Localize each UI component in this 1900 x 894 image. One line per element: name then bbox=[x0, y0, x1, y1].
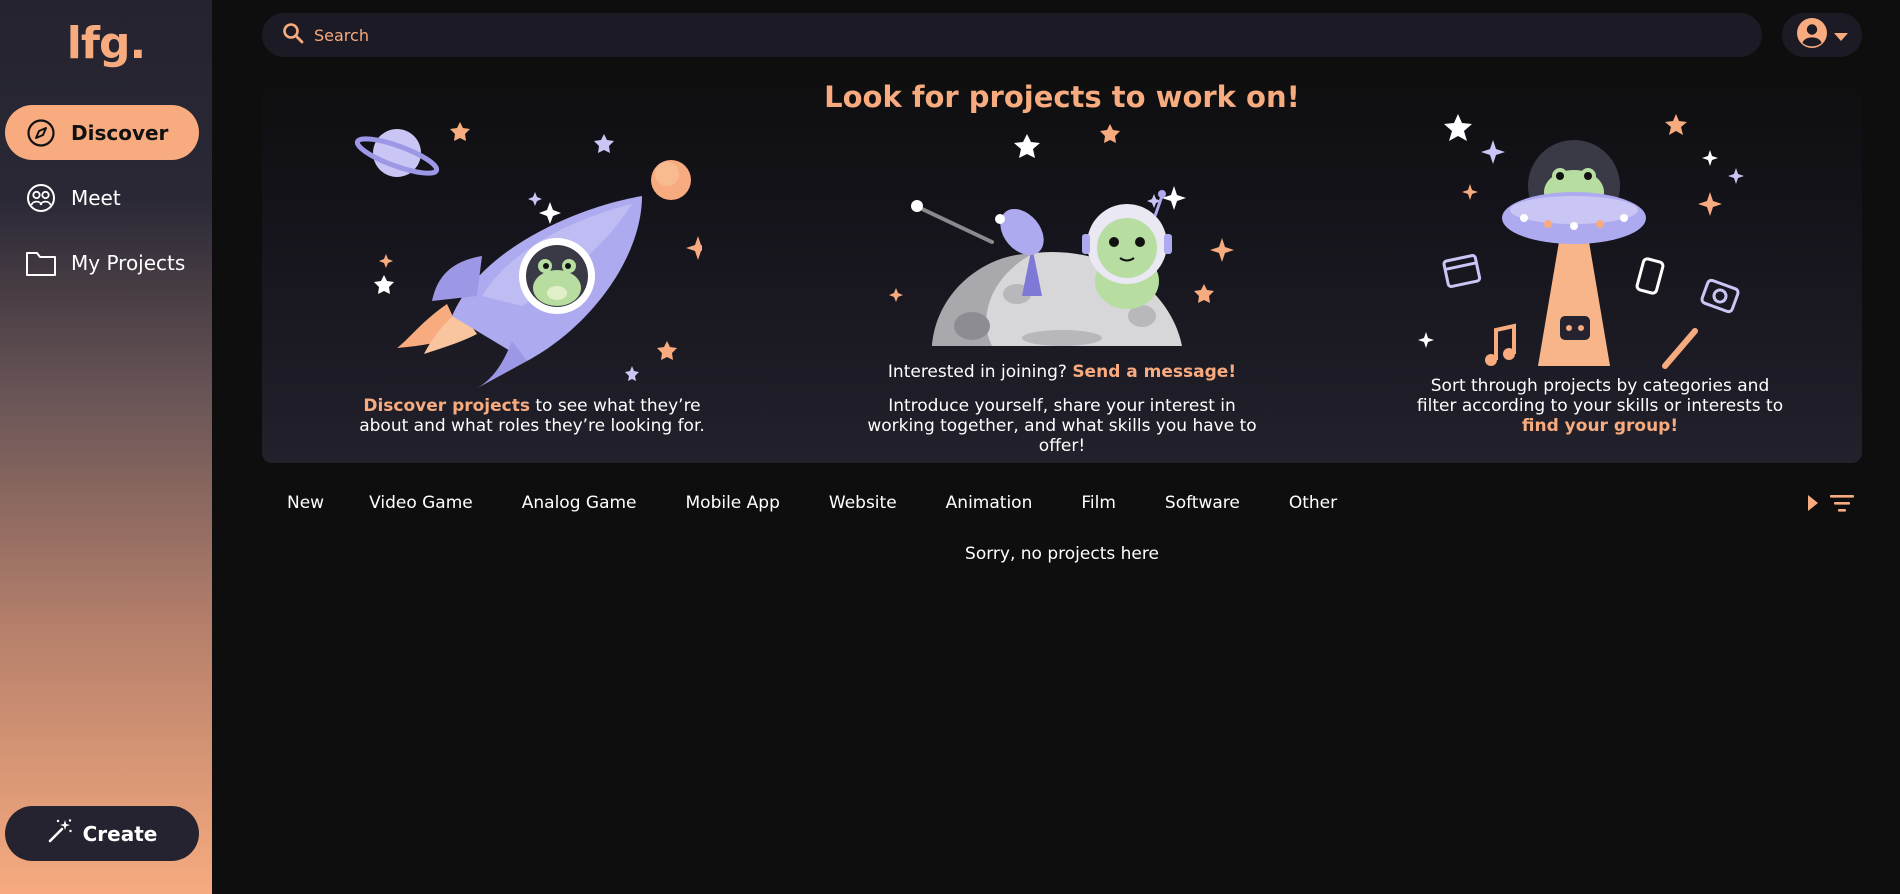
sidebar: lfg. Discover Meet My Projects Create bbox=[0, 0, 212, 894]
search-bar[interactable] bbox=[262, 13, 1762, 57]
app-logo[interactable]: lfg. bbox=[0, 18, 212, 69]
sidebar-item-my-projects[interactable]: My Projects bbox=[5, 235, 199, 290]
rocket-illustration bbox=[354, 122, 702, 391]
find-your-group-link[interactable]: find your group! bbox=[1522, 416, 1678, 436]
ufo-illustration bbox=[1418, 114, 1744, 369]
compass-icon bbox=[25, 117, 57, 149]
chevron-down-icon bbox=[1834, 26, 1848, 45]
people-icon bbox=[25, 182, 57, 214]
tab-film[interactable]: Film bbox=[1081, 493, 1116, 517]
find-group-text: Sort through projects by categories and … bbox=[1416, 376, 1784, 416]
tab-other[interactable]: Other bbox=[1289, 493, 1337, 517]
magic-wand-icon bbox=[47, 818, 73, 849]
folder-icon bbox=[25, 247, 57, 279]
send-message-link[interactable]: Send a message! bbox=[1072, 362, 1236, 382]
moon-illustration bbox=[889, 124, 1234, 346]
empty-state-message: Sorry, no projects here bbox=[965, 544, 1159, 564]
account-menu-button[interactable] bbox=[1782, 13, 1862, 57]
sidebar-item-discover[interactable]: Discover bbox=[5, 105, 199, 160]
sidebar-item-label: My Projects bbox=[71, 250, 186, 275]
tab-animation[interactable]: Animation bbox=[946, 493, 1033, 517]
tab-mobile-app[interactable]: Mobile App bbox=[686, 493, 780, 517]
tab-analog-game[interactable]: Analog Game bbox=[522, 493, 637, 517]
filter-icon[interactable] bbox=[1830, 493, 1854, 517]
search-input[interactable] bbox=[314, 25, 1714, 45]
tab-website[interactable]: Website bbox=[829, 493, 897, 517]
message-heading-text: Interested in joining? bbox=[887, 362, 1073, 382]
find-group-description: Sort through projects by categories and … bbox=[1410, 376, 1790, 436]
discover-description: Discover projects to see what they’re ab… bbox=[342, 396, 722, 436]
create-button-label: Create bbox=[82, 821, 158, 846]
tab-new[interactable]: New bbox=[287, 493, 324, 517]
search-icon bbox=[282, 22, 304, 48]
planet-icon bbox=[354, 129, 440, 177]
create-button[interactable]: Create bbox=[5, 806, 199, 861]
tab-video-game[interactable]: Video Game bbox=[369, 493, 473, 517]
sidebar-item-meet[interactable]: Meet bbox=[5, 170, 199, 225]
hero-banner: Look for projects to work on! Discover p… bbox=[262, 66, 1862, 463]
tab-software[interactable]: Software bbox=[1165, 493, 1240, 517]
sidebar-item-label: Discover bbox=[71, 120, 169, 145]
category-tabs: New Video Game Analog Game Mobile App We… bbox=[262, 493, 1337, 517]
sidebar-item-label: Meet bbox=[71, 185, 121, 210]
message-description: Introduce yourself, share your interest … bbox=[867, 396, 1257, 456]
avatar-icon bbox=[1796, 17, 1828, 53]
discover-projects-link[interactable]: Discover projects bbox=[363, 396, 530, 416]
message-heading: Interested in joining? Send a message! bbox=[862, 362, 1262, 382]
scroll-right-icon[interactable] bbox=[1806, 495, 1818, 515]
